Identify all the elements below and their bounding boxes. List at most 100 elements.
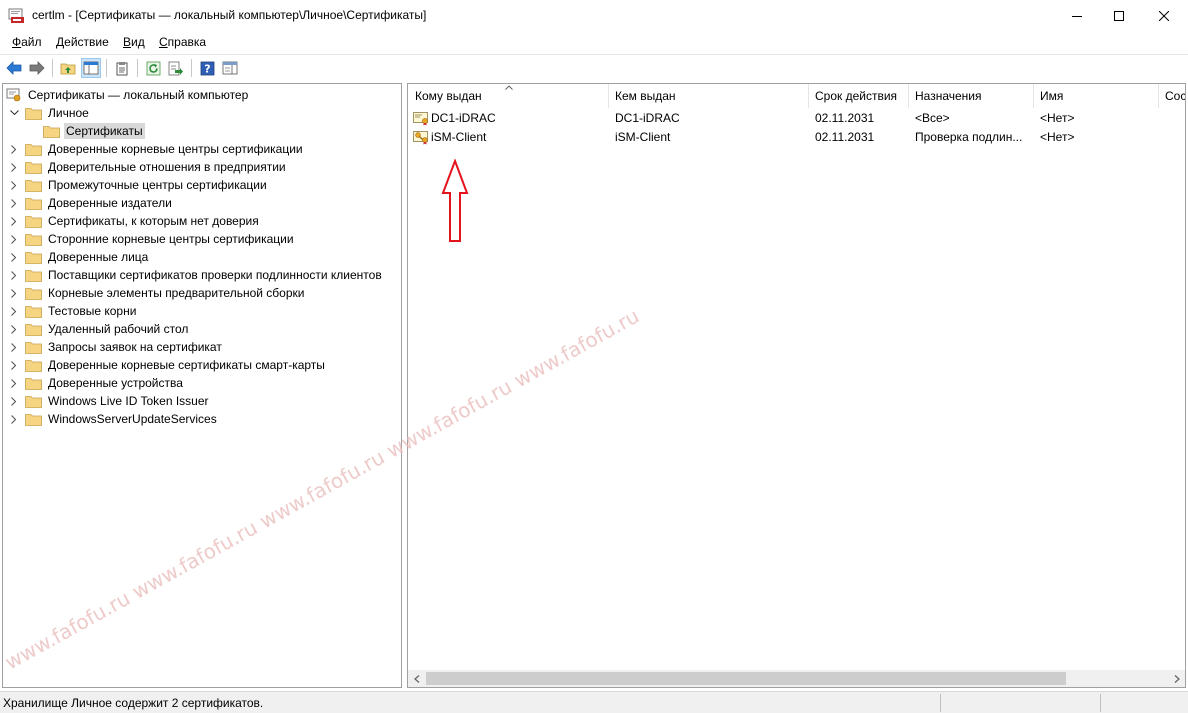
tree-item[interactable]: Запросы заявок на сертификат (9, 338, 224, 356)
expand-chevron-icon[interactable] (9, 342, 19, 352)
tree-item-label: Промежуточные центры сертификации (48, 178, 267, 192)
certificate-list-pane: Кому выдан Кем выдан Срок действия Назна… (407, 83, 1186, 688)
table-row[interactable]: DC1-iDRAC DC1-iDRAC 02.11.2031 <Все> <Не… (408, 109, 1185, 128)
annotation-arrow-outline (441, 159, 469, 242)
status-divider (1100, 694, 1101, 712)
tree-item-label: Windows Live ID Token Issuer (48, 394, 209, 408)
tree-item[interactable]: Доверенные лица (9, 248, 150, 266)
tree-item-label: Сертификаты, к которым нет доверия (48, 214, 259, 228)
maximize-button[interactable] (1096, 0, 1142, 31)
tree-item[interactable]: Сертификаты, к которым нет доверия (9, 212, 261, 230)
close-icon (1159, 10, 1169, 21)
minimize-icon (1072, 15, 1082, 17)
certificate-store-icon (6, 88, 21, 102)
tree-item[interactable]: Промежуточные центры сертификации (9, 176, 269, 194)
expand-chevron-icon[interactable] (9, 306, 19, 316)
folder-up-icon (60, 63, 76, 75)
properties-button[interactable] (112, 58, 132, 78)
expand-chevron-icon[interactable] (9, 234, 19, 244)
folder-icon (25, 341, 42, 354)
column-header-expiration[interactable]: Срок действия (808, 84, 908, 108)
menu-help[interactable]: Справка (159, 35, 206, 49)
column-header-intended-purposes[interactable]: Назначения (908, 84, 1033, 108)
export-list-button[interactable] (166, 58, 186, 78)
scroll-left-button[interactable] (408, 670, 425, 687)
folder-icon (25, 413, 42, 426)
collapse-chevron-icon[interactable] (9, 108, 19, 118)
tree-item-certificates[interactable]: Сертификаты (43, 122, 145, 140)
expand-chevron-icon[interactable] (9, 378, 19, 388)
tree-item[interactable]: Удаленный рабочий стол (9, 320, 190, 338)
scroll-right-icon (1174, 674, 1180, 683)
toolbar: ? (0, 54, 1188, 80)
tree-root[interactable]: Сертификаты — локальный компьютер (6, 86, 250, 104)
show-hide-console-tree-button[interactable] (81, 58, 101, 78)
expand-chevron-icon[interactable] (9, 162, 19, 172)
refresh-icon (146, 61, 160, 75)
tree-item[interactable]: Корневые элементы предварительной сборки (9, 284, 306, 302)
folder-icon (43, 125, 60, 138)
folder-icon (25, 359, 42, 372)
expand-chevron-icon[interactable] (9, 198, 19, 208)
cell-expiration: 02.11.2031 (815, 111, 875, 125)
tree-item-certificates-label: Сертификаты (64, 123, 145, 139)
tree-item[interactable]: Доверенные издатели (9, 194, 174, 212)
tree-item-label: Корневые элементы предварительной сборки (48, 286, 305, 300)
menu-file[interactable]: Файл (12, 35, 42, 49)
tree-item[interactable]: Доверенные устройства (9, 374, 185, 392)
tree-item[interactable]: Сторонние корневые центры сертификации (9, 230, 296, 248)
expand-chevron-icon[interactable] (9, 144, 19, 154)
back-button[interactable] (4, 58, 24, 78)
tree-item-label: Удаленный рабочий стол (48, 322, 189, 336)
expand-chevron-icon[interactable] (9, 270, 19, 280)
menu-action[interactable]: Действие (56, 35, 109, 49)
annotation-up-arrow (441, 159, 469, 242)
menu-view[interactable]: Вид (123, 35, 145, 49)
tree-item[interactable]: WindowsServerUpdateServices (9, 410, 219, 428)
tree-item[interactable]: Доверенные корневые центры сертификации (9, 140, 305, 158)
minimize-button[interactable] (1054, 0, 1100, 31)
list-header: Кому выдан Кем выдан Срок действия Назна… (408, 84, 1185, 108)
tree-item-label: Доверительные отношения в предприятии (48, 160, 286, 174)
status-text: Хранилище Личное содержит 2 сертификатов… (3, 696, 264, 710)
folder-icon (25, 305, 42, 318)
toolbar-separator (137, 59, 138, 77)
scrollbar-thumb[interactable] (426, 672, 1066, 685)
tree-item-personal[interactable]: Личное (9, 104, 91, 122)
column-header-status[interactable]: Сос (1158, 84, 1185, 108)
horizontal-scrollbar[interactable] (408, 670, 1185, 687)
close-button[interactable] (1141, 0, 1187, 31)
folder-icon (25, 287, 42, 300)
tree-item-label: Тестовые корни (48, 304, 137, 318)
refresh-button[interactable] (143, 58, 163, 78)
tree-item[interactable]: Поставщики сертификатов проверки подлинн… (9, 266, 384, 284)
show-hide-action-pane-button[interactable] (220, 58, 240, 78)
up-level-button[interactable] (58, 58, 78, 78)
tree-item[interactable]: Доверительные отношения в предприятии (9, 158, 288, 176)
expand-chevron-icon[interactable] (9, 180, 19, 190)
table-row[interactable]: iSM-Client iSM-Client 02.11.2031 Проверк… (408, 128, 1185, 147)
tree-item[interactable]: Доверенные корневые сертификаты смарт-ка… (9, 356, 327, 374)
column-header-issued-by[interactable]: Кем выдан (608, 84, 808, 108)
svg-text:?: ? (204, 62, 210, 75)
expand-chevron-icon[interactable] (9, 396, 19, 406)
help-button[interactable]: ? (197, 58, 217, 78)
column-header-friendly-name[interactable]: Имя (1033, 84, 1158, 108)
expand-chevron-icon[interactable] (9, 288, 19, 298)
sort-ascending-icon (505, 85, 513, 90)
tree-item[interactable]: Windows Live ID Token Issuer (9, 392, 211, 410)
forward-button[interactable] (27, 58, 47, 78)
expand-chevron-icon[interactable] (9, 252, 19, 262)
expand-chevron-icon[interactable] (9, 414, 19, 424)
certificate-manager-icon (8, 8, 24, 23)
folder-icon (25, 107, 42, 120)
expand-chevron-icon[interactable] (9, 360, 19, 370)
scroll-right-button[interactable] (1168, 670, 1185, 687)
export-list-icon (168, 61, 183, 75)
toolbar-separator (106, 59, 107, 77)
expand-chevron-icon[interactable] (9, 216, 19, 226)
expand-chevron-icon[interactable] (9, 324, 19, 334)
tree-item[interactable]: Тестовые корни (9, 302, 138, 320)
folder-icon (25, 215, 42, 228)
console-tree-icon (83, 61, 99, 75)
